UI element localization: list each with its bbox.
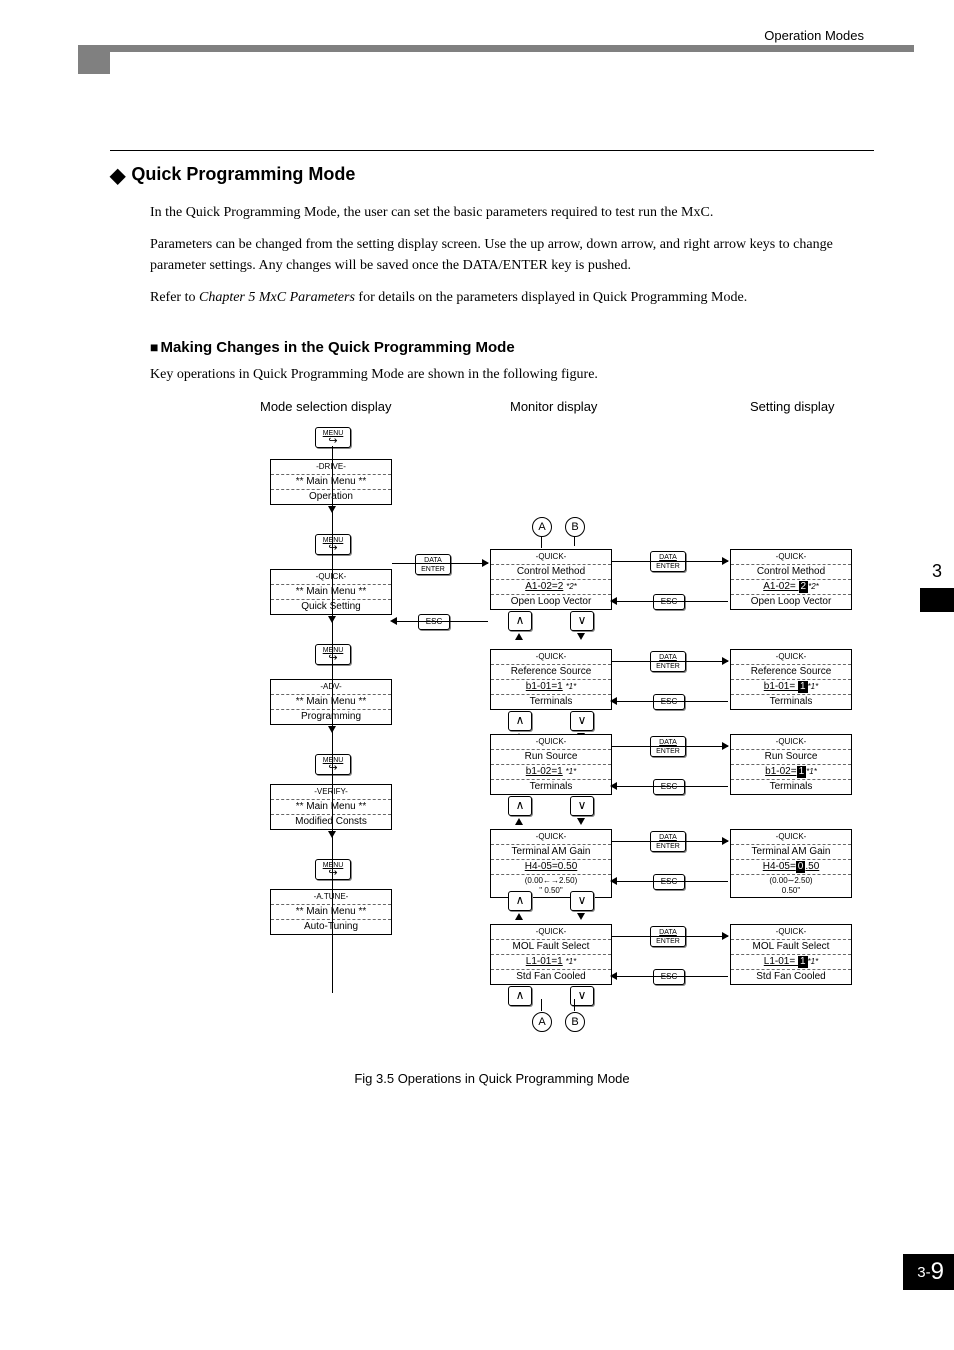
setting-lcd: -QUICK-MOL Fault SelectL1-01= 1*1*Std Fa… (730, 924, 852, 985)
chapter-side-tab: 3 (920, 555, 954, 612)
monitor-lcd: -QUICK-Reference Sourceb1-01=1 *1*Termin… (490, 649, 612, 710)
p3-post: for details on the parameters displayed … (355, 290, 747, 305)
chapter-marker (920, 588, 954, 612)
down-key: ∨ (570, 891, 594, 911)
mode-menu-lcd: -DRIVE-** Main Menu **Operation (270, 459, 392, 505)
mode-menu-lcd: -ADV-** Main Menu **Programming (270, 679, 392, 725)
esc-key: ESC (418, 614, 450, 630)
page-number: 3-9 (903, 1254, 954, 1290)
enter-label: ENTER (416, 565, 450, 574)
subsection-title-text: Making Changes in the Quick Programming … (160, 339, 514, 356)
up-key: ∧ (508, 611, 532, 631)
page-number-prefix: 3- (917, 1264, 930, 1281)
connector (574, 536, 575, 546)
down-key: ∨ (570, 611, 594, 631)
monitor-lcd: -QUICK-Control MethodA1-02=2 *2*Open Loo… (490, 549, 612, 610)
down-key: ∨ (570, 711, 594, 731)
esc-key: ESC (653, 969, 685, 985)
node-A-bottom: A (532, 1012, 552, 1032)
menu-key: MENU↪ (315, 427, 351, 448)
page-number-value: 9 (931, 1258, 944, 1285)
monitor-lcd: -QUICK-Run Sourceb1-02=1 *1*Terminals (490, 734, 612, 795)
subsection-title: ■Making Changes in the Quick Programming… (150, 339, 874, 356)
menu-key: MENU↪ (315, 644, 351, 665)
section-divider (110, 150, 874, 151)
mode-menu-lcd: -A.TUNE-** Main Menu **Auto-Tuning (270, 889, 392, 935)
setting-lcd: -QUICK-Control MethodA1-02= 2*2*Open Loo… (730, 549, 852, 610)
down-key: ∨ (570, 796, 594, 816)
paragraph-3: Refer to Chapter 5 MxC Parameters for de… (150, 287, 874, 309)
section-title: ◆ Quick Programming Mode (110, 163, 874, 188)
section-title-text: Quick Programming Mode (131, 164, 355, 184)
connector (541, 536, 542, 546)
col-header-1: Mode selection display (260, 399, 392, 414)
esc-key: ESC (653, 874, 685, 890)
setting-lcd: -QUICK-Reference Sourceb1-01= 1*1*Termin… (730, 649, 852, 710)
col-header-2: Monitor display (510, 399, 597, 414)
figure-diagram: Mode selection display Monitor display S… (170, 399, 900, 1059)
node-B-bottom: B (565, 1012, 585, 1032)
monitor-lcd: -QUICK-Terminal AM GainH4-05=0.50 (0.00←… (490, 829, 612, 898)
p3-pre: Refer to (150, 290, 199, 305)
up-key: ∧ (508, 891, 532, 911)
top-tab-box (78, 52, 110, 74)
esc-key: ESC (653, 779, 685, 795)
sub-paragraph: Key operations in Quick Programming Mode… (150, 364, 874, 386)
data-enter-key: DATA ENTER (415, 554, 451, 575)
header-section: Operation Modes (764, 28, 864, 43)
figure-caption: Fig 3.5 Operations in Quick Programming … (110, 1071, 874, 1086)
up-key: ∧ (508, 986, 532, 1006)
paragraph-2: Parameters can be changed from the setti… (150, 234, 874, 277)
col-header-3: Setting display (750, 399, 835, 414)
setting-lcd: -QUICK-Run Sourceb1-02=1*1*Terminals (730, 734, 852, 795)
esc-key: ESC (653, 694, 685, 710)
diamond-icon: ◆ (110, 163, 125, 188)
mode-menu-lcd: -QUICK-** Main Menu **Quick Setting (270, 569, 392, 615)
menu-key: MENU↪ (315, 859, 351, 880)
node-B-top: B (565, 517, 585, 537)
setting-lcd: -QUICK-Terminal AM GainH4-05=0.50(0.00∼2… (730, 829, 852, 898)
node-A-top: A (532, 517, 552, 537)
up-key: ∧ (508, 796, 532, 816)
top-rule (78, 45, 914, 52)
mode-menu-lcd: -VERIFY-** Main Menu **Modified Consts (270, 784, 392, 830)
esc-key: ESC (653, 594, 685, 610)
up-key: ∧ (508, 711, 532, 731)
paragraph-1: In the Quick Programming Mode, the user … (150, 202, 874, 224)
menu-key: MENU↪ (315, 534, 351, 555)
square-icon: ■ (150, 339, 158, 355)
p3-ital: Chapter 5 MxC Parameters (199, 290, 355, 305)
connector (332, 446, 333, 993)
monitor-lcd: -QUICK-MOL Fault SelectL1-01=1 *1*Std Fa… (490, 924, 612, 985)
menu-key: MENU↪ (315, 754, 351, 775)
chapter-number: 3 (920, 555, 954, 588)
